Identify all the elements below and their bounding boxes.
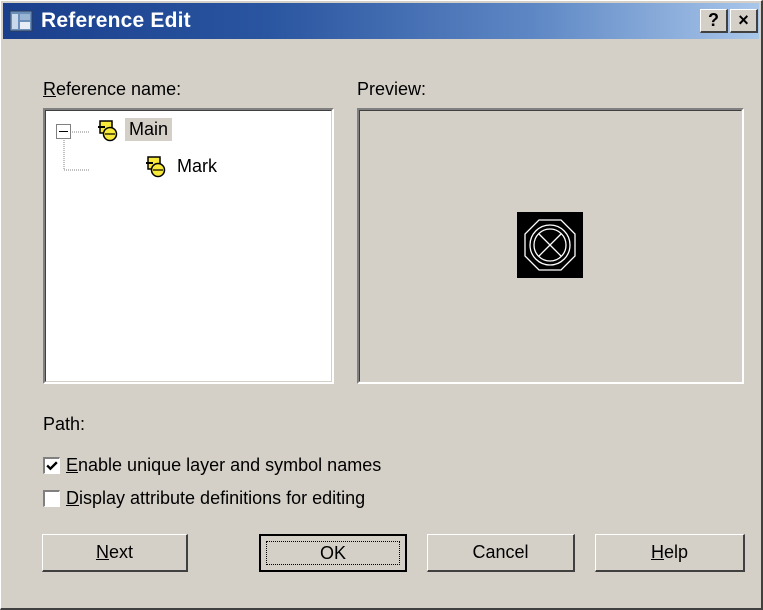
block-preview-image: [517, 212, 583, 278]
preview-label: Preview:: [357, 79, 427, 99]
collapse-toggle-icon[interactable]: [56, 124, 71, 139]
checkmark-icon: [46, 461, 58, 471]
context-help-button[interactable]: ?: [700, 9, 728, 33]
tree-node-main[interactable]: Main: [125, 118, 173, 141]
enable-unique-names-label[interactable]: Enable unique layer and symbol names: [66, 455, 381, 476]
window-title: Reference Edit: [41, 9, 191, 32]
ok-button[interactable]: OK: [259, 534, 407, 572]
display-attribute-definitions-checkbox[interactable]: [43, 490, 60, 507]
path-label: Path:: [43, 414, 86, 434]
enable-unique-names-checkbox[interactable]: [43, 457, 60, 474]
cancel-button[interactable]: Cancel: [427, 534, 575, 572]
preview-pane: [357, 108, 744, 384]
next-button[interactable]: Next: [42, 534, 188, 572]
app-icon: [9, 10, 33, 32]
close-button[interactable]: ×: [730, 9, 758, 33]
help-button[interactable]: Help: [595, 534, 745, 572]
reference-name-label: Reference name:: [43, 79, 182, 99]
reference-edit-dialog: Reference Edit ? × Reference name: Main: [0, 0, 763, 610]
block-reference-icon: [146, 156, 166, 178]
display-attribute-definitions-label[interactable]: Display attribute definitions for editin…: [66, 488, 365, 509]
block-reference-icon: [98, 120, 118, 142]
reference-tree[interactable]: Main Mark: [43, 108, 334, 384]
title-bar[interactable]: Reference Edit ? ×: [3, 3, 759, 39]
tree-lines: [63, 131, 89, 171]
focus-rectangle: [266, 541, 400, 565]
tree-node-mark[interactable]: Mark: [177, 156, 217, 177]
